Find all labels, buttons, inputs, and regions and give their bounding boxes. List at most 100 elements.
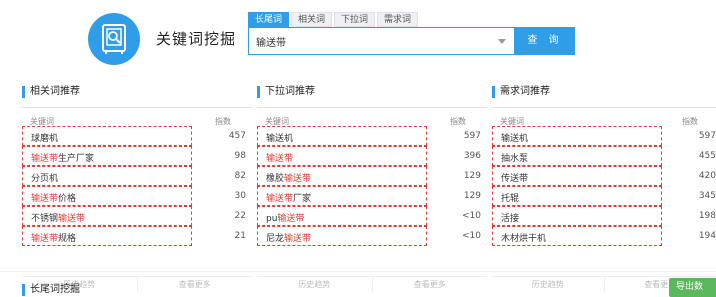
keyword-text: 尼龙 bbox=[266, 234, 285, 244]
keyword-text: 橡胶 bbox=[266, 174, 285, 184]
keyword-link[interactable]: 输送机 bbox=[501, 131, 528, 144]
index-value: 457 bbox=[228, 131, 246, 141]
index-value: 597 bbox=[463, 131, 481, 141]
keyword-text: pu bbox=[266, 214, 278, 224]
column-header-index: 指数 bbox=[450, 117, 466, 126]
table-row[interactable]: 传送带 bbox=[492, 166, 662, 186]
keyword-link[interactable]: 输送带 bbox=[266, 151, 293, 164]
index-value: 129 bbox=[463, 191, 481, 201]
index-value: 82 bbox=[234, 171, 246, 181]
keyword-text: 托辊 bbox=[501, 194, 520, 204]
index-value: 129 bbox=[463, 171, 481, 181]
table-row[interactable]: 输送机 bbox=[257, 126, 427, 146]
keyword-link[interactable]: 球磨机 bbox=[31, 131, 58, 144]
page-title: 关键词挖掘 bbox=[156, 30, 237, 48]
index-value: 30 bbox=[234, 191, 246, 201]
table-row[interactable]: 输送带规格 bbox=[22, 226, 192, 246]
panel-title: 下拉词推荐 bbox=[257, 85, 315, 99]
history-trend-link[interactable]: 历史趋势 bbox=[492, 277, 604, 292]
keyword-text: 分页机 bbox=[31, 174, 59, 184]
tab-related[interactable]: 相关词 bbox=[291, 12, 333, 27]
keyword-text: 规格 bbox=[58, 234, 77, 244]
section-title-long-tail: 长尾词挖掘 bbox=[22, 283, 80, 297]
index-value: 98 bbox=[234, 151, 246, 161]
table-row[interactable]: 活接 bbox=[492, 206, 662, 226]
view-more-link[interactable]: 查看更多 bbox=[136, 277, 253, 292]
keyword-highlight: 输送带 bbox=[31, 234, 59, 244]
table-row[interactable]: 不锈钢输送带 bbox=[22, 206, 192, 226]
column-header-index: 指数 bbox=[215, 117, 231, 126]
table-row[interactable]: 输送机 bbox=[492, 126, 662, 146]
index-value: 420 bbox=[698, 171, 716, 181]
table-row[interactable]: 尼龙输送带 bbox=[257, 226, 427, 246]
table-row[interactable]: 橡胶输送带 bbox=[257, 166, 427, 186]
keyword-text: 输送机 bbox=[266, 134, 294, 144]
keyword-table: 关键词 指数 输送机 输送带 橡胶输送带 输送带厂家 pu输送带 尼龙输送带 历史趋势 查… bbox=[257, 107, 487, 292]
keyword-table: 关键词 指数 输送机 抽水泵 传送带 托辊 活接 木材烘干机 历史趋势 查看更多 597 4… bbox=[492, 107, 716, 292]
chevron-down-icon[interactable] bbox=[498, 39, 506, 44]
export-button[interactable]: 导出数 bbox=[669, 278, 716, 297]
keyword-link[interactable]: 输送带价格 bbox=[31, 191, 76, 204]
search-input[interactable] bbox=[249, 28, 497, 54]
keyword-table: 关键词 指数 球磨机 输送带生产厂家 分页机 输送带价格 不锈钢输送带 输送带规格 历史趋… bbox=[22, 107, 252, 292]
table-row[interactable]: 抽水泵 bbox=[492, 146, 662, 166]
keyword-link[interactable]: 输送带规格 bbox=[31, 231, 76, 244]
table-row[interactable]: 输送带厂家 bbox=[257, 186, 427, 206]
keyword-link[interactable]: 传送带 bbox=[501, 171, 528, 184]
keyword-text: 抽水泵 bbox=[501, 154, 529, 164]
search-tabs: 长尾词 相关词 下拉词 需求词 bbox=[248, 12, 420, 27]
table-row[interactable]: 托辊 bbox=[492, 186, 662, 206]
tab-demand[interactable]: 需求词 bbox=[377, 12, 419, 27]
keyword-link[interactable]: 输送带厂家 bbox=[266, 191, 311, 204]
keyword-link[interactable]: 尼龙输送带 bbox=[266, 231, 311, 244]
table-row[interactable]: pu输送带 bbox=[257, 206, 427, 226]
keyword-link[interactable]: 不锈钢输送带 bbox=[31, 211, 85, 224]
keyword-highlight: 输送带 bbox=[277, 214, 305, 224]
keyword-link[interactable]: 抽水泵 bbox=[501, 151, 528, 164]
index-value: <10 bbox=[462, 231, 481, 241]
search-box bbox=[248, 27, 515, 55]
tab-dropdown[interactable]: 下拉词 bbox=[334, 12, 376, 27]
panel-footer: 历史趋势 查看更多 bbox=[257, 276, 487, 292]
keyword-text: 输送机 bbox=[501, 134, 529, 144]
keyword-link[interactable]: pu输送带 bbox=[266, 211, 304, 224]
tab-long-tail[interactable]: 长尾词 bbox=[248, 12, 290, 27]
table-row[interactable]: 输送带 bbox=[257, 146, 427, 166]
table-row[interactable]: 分页机 bbox=[22, 166, 192, 186]
keyword-highlight: 输送带 bbox=[284, 234, 312, 244]
index-value: 198 bbox=[698, 211, 716, 221]
column-header-index: 指数 bbox=[682, 117, 698, 126]
logo bbox=[88, 13, 140, 65]
history-trend-link[interactable]: 历史趋势 bbox=[257, 277, 372, 292]
keyword-link[interactable]: 分页机 bbox=[31, 171, 58, 184]
section-divider bbox=[0, 271, 716, 272]
safe-search-icon bbox=[102, 24, 126, 54]
keyword-text: 活接 bbox=[501, 214, 520, 224]
index-value: 194 bbox=[698, 231, 716, 241]
index-value: 396 bbox=[463, 151, 481, 161]
keyword-link[interactable]: 托辊 bbox=[501, 191, 519, 204]
view-more-link[interactable]: 查看更多 bbox=[371, 277, 488, 292]
table-row[interactable]: 木材烘干机 bbox=[492, 226, 662, 246]
keyword-link[interactable]: 橡胶输送带 bbox=[266, 171, 311, 184]
keyword-link[interactable]: 输送机 bbox=[266, 131, 293, 144]
keyword-highlight: 输送带 bbox=[58, 214, 86, 224]
keyword-highlight: 输送带 bbox=[266, 194, 294, 204]
table-row[interactable]: 输送带价格 bbox=[22, 186, 192, 206]
panel-title: 需求词推荐 bbox=[492, 85, 550, 99]
keyword-text: 价格 bbox=[58, 194, 77, 204]
keyword-link[interactable]: 木材烘干机 bbox=[501, 231, 546, 244]
keyword-text: 不锈钢 bbox=[31, 214, 59, 224]
keyword-link[interactable]: 活接 bbox=[501, 211, 519, 224]
keyword-text: 厂家 bbox=[293, 194, 312, 204]
keyword-highlight: 输送带 bbox=[31, 194, 59, 204]
table-row[interactable]: 输送带生产厂家 bbox=[22, 146, 192, 166]
keyword-text: 生产厂家 bbox=[58, 154, 95, 164]
index-value: 345 bbox=[698, 191, 716, 201]
table-row[interactable]: 球磨机 bbox=[22, 126, 192, 146]
keyword-highlight: 输送带 bbox=[266, 154, 294, 164]
keyword-link[interactable]: 输送带生产厂家 bbox=[31, 151, 94, 164]
index-value: 21 bbox=[234, 231, 246, 241]
panel-title: 相关词推荐 bbox=[22, 85, 80, 99]
search-button[interactable]: 查 询 bbox=[515, 27, 575, 55]
